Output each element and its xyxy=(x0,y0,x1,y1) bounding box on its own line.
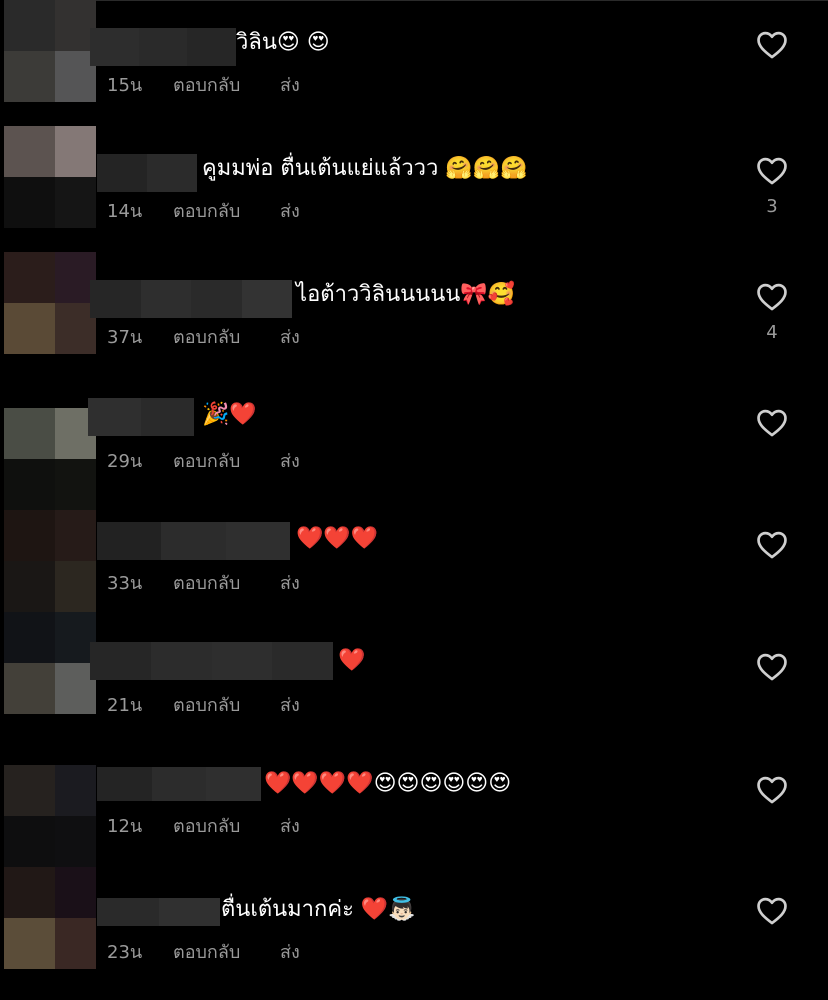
send-button[interactable]: ส่ง xyxy=(280,690,300,719)
comment-time: 14น xyxy=(107,201,143,222)
comment-meta: 21น ตอบกลับ ส่ง xyxy=(107,690,300,719)
heart-icon[interactable] xyxy=(755,650,789,684)
heart-icon[interactable] xyxy=(755,406,789,440)
comment-text: ❤️❤️❤️❤️😍😍😍😍😍😍 xyxy=(264,771,512,796)
like-count: 4 xyxy=(766,322,778,343)
heart-icon[interactable] xyxy=(755,894,789,928)
heart-icon[interactable] xyxy=(755,773,789,807)
comment-time: 23น xyxy=(107,942,143,963)
username-blurred[interactable] xyxy=(97,522,290,560)
avatar[interactable] xyxy=(4,510,96,612)
comment-time: 33น xyxy=(107,573,143,594)
username-blurred[interactable] xyxy=(97,154,197,192)
heart-icon[interactable] xyxy=(755,154,789,188)
comment-text: ตื่นเต้นมากค่ะ ❤️👼🏻 xyxy=(221,897,416,922)
username-blurred[interactable] xyxy=(90,280,292,318)
avatar[interactable] xyxy=(4,126,96,228)
send-button[interactable]: ส่ง xyxy=(280,568,300,597)
send-button[interactable]: ส่ง xyxy=(280,446,300,475)
avatar[interactable] xyxy=(4,252,96,354)
reply-button[interactable]: ตอบกลับ xyxy=(173,70,280,99)
comment-item: ❤️❤️❤️ 33น ตอบกลับ ส่ง xyxy=(0,510,828,620)
send-button[interactable]: ส่ง xyxy=(280,811,300,840)
username-blurred[interactable] xyxy=(97,767,262,801)
reply-button[interactable]: ตอบกลับ xyxy=(173,446,280,475)
comment-meta: 15น ตอบกลับ ส่ง xyxy=(107,70,300,99)
comment-meta: 37น ตอบกลับ ส่ง xyxy=(107,322,300,351)
comment-text: 🎉❤️ xyxy=(202,402,257,427)
comment-time: 12น xyxy=(107,816,143,837)
comment-item: 🎉❤️ 29น ตอบกลับ ส่ง xyxy=(0,374,828,510)
comment-text: คูมมพ่อ ตื่นเต้นแย่แล้ววว 🤗🤗🤗 xyxy=(202,156,528,181)
username-blurred[interactable] xyxy=(97,898,220,926)
heart-icon[interactable] xyxy=(755,528,789,562)
comment-text: ไอต้าววิลินนนนน🎀🥰 xyxy=(296,282,516,307)
heart-icon[interactable] xyxy=(755,28,789,62)
send-button[interactable]: ส่ง xyxy=(280,322,300,351)
comment-text: ❤️ xyxy=(338,648,366,673)
comment-text: ❤️❤️❤️ xyxy=(296,526,379,551)
comment-time: 29น xyxy=(107,451,143,472)
comment-meta: 29น ตอบกลับ ส่ง xyxy=(107,446,300,475)
comment-item: ❤️ 21น ตอบกลับ ส่ง xyxy=(0,612,828,722)
comment-time: 21น xyxy=(107,695,143,716)
avatar[interactable] xyxy=(4,612,96,714)
avatar[interactable] xyxy=(4,0,96,102)
comment-item: วิลิน😍 😍 15น ตอบกลับ ส่ง xyxy=(0,0,828,110)
reply-button[interactable]: ตอบกลับ xyxy=(173,690,280,719)
comment-time: 37น xyxy=(107,327,143,348)
comment-meta: 23น ตอบกลับ ส่ง xyxy=(107,937,300,966)
reply-button[interactable]: ตอบกลับ xyxy=(173,937,280,966)
reply-button[interactable]: ตอบกลับ xyxy=(173,196,280,225)
send-button[interactable]: ส่ง xyxy=(280,70,300,99)
reply-button[interactable]: ตอบกลับ xyxy=(173,811,280,840)
username-blurred[interactable] xyxy=(88,398,194,436)
avatar[interactable] xyxy=(4,765,96,867)
avatar[interactable] xyxy=(4,867,96,969)
avatar[interactable] xyxy=(4,408,96,510)
heart-icon[interactable] xyxy=(755,280,789,314)
comment-meta: 14น ตอบกลับ ส่ง xyxy=(107,196,300,225)
reply-button[interactable]: ตอบกลับ xyxy=(173,322,280,351)
like-count: 3 xyxy=(766,196,778,217)
comment-meta: 12น ตอบกลับ ส่ง xyxy=(107,811,300,840)
username-blurred[interactable] xyxy=(90,28,237,66)
comment-item: คูมมพ่อ ตื่นเต้นแย่แล้ววว 🤗🤗🤗 14น ตอบกลั… xyxy=(0,126,828,236)
comment-item: ไอต้าววิลินนนนน🎀🥰 37น ตอบกลับ ส่ง 4 xyxy=(0,252,828,362)
comment-time: 15น xyxy=(107,75,143,96)
send-button[interactable]: ส่ง xyxy=(280,937,300,966)
comment-item: ❤️❤️❤️❤️😍😍😍😍😍😍 12น ตอบกลับ ส่ง xyxy=(0,765,828,875)
send-button[interactable]: ส่ง xyxy=(280,196,300,225)
reply-button[interactable]: ตอบกลับ xyxy=(173,568,280,597)
username-blurred[interactable] xyxy=(90,642,333,680)
comment-item: ตื่นเต้นมากค่ะ ❤️👼🏻 23น ตอบกลับ ส่ง xyxy=(0,867,828,1000)
comment-text: วิลิน😍 😍 xyxy=(236,30,330,55)
comment-meta: 33น ตอบกลับ ส่ง xyxy=(107,568,300,597)
